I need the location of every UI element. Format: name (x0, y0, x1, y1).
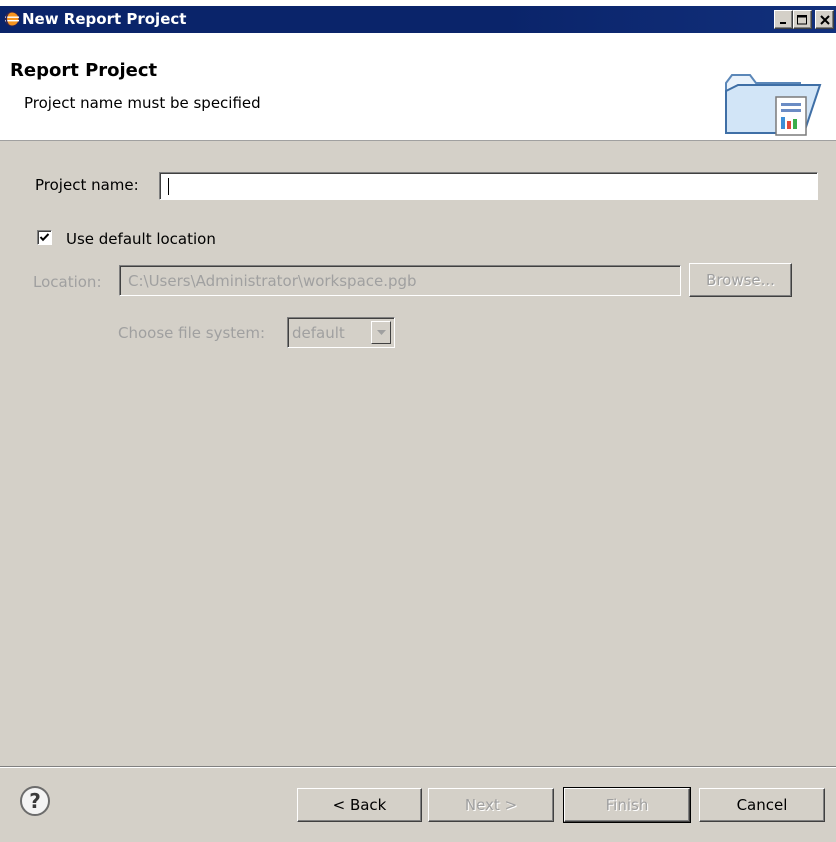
eclipse-icon (4, 11, 20, 27)
file-system-label: Choose file system: (118, 324, 266, 342)
maximize-button[interactable] (793, 10, 812, 29)
finish-button[interactable]: Finish (563, 787, 691, 823)
chevron-down-icon (376, 329, 386, 335)
header-banner: Report Project Project name must be spec… (0, 33, 836, 141)
browse-button[interactable]: Browse... (689, 263, 792, 297)
status-message: Project name must be specified (24, 94, 261, 112)
cancel-button[interactable]: Cancel (699, 788, 825, 822)
file-system-value: default (292, 324, 345, 342)
close-icon (819, 14, 830, 25)
close-button[interactable] (815, 10, 834, 29)
location-value: C:\Users\Administrator\workspace.pgb (128, 272, 417, 290)
minimize-icon (779, 21, 786, 24)
help-icon[interactable]: ? (19, 785, 51, 817)
dropdown-button[interactable] (371, 321, 391, 344)
checkmark-icon (39, 233, 50, 242)
project-name-label: Project name: (35, 176, 139, 194)
use-default-location-label[interactable]: Use default location (66, 230, 216, 248)
use-default-location-checkbox[interactable] (37, 230, 52, 245)
svg-text:?: ? (29, 789, 41, 813)
new-report-project-dialog: New Report Project Report Project Projec… (0, 6, 836, 842)
location-input[interactable]: C:\Users\Administrator\workspace.pgb (119, 265, 681, 296)
minimize-button[interactable] (774, 10, 793, 29)
maximize-icon (797, 14, 807, 24)
project-name-input[interactable] (159, 172, 818, 200)
next-button[interactable]: Next > (428, 788, 554, 822)
file-system-select[interactable]: default (287, 317, 395, 348)
back-button[interactable]: < Back (297, 788, 422, 822)
text-caret (168, 178, 169, 195)
folder-report-icon (725, 74, 822, 136)
footer-divider (0, 766, 836, 768)
title-bar: New Report Project (0, 6, 836, 33)
location-label: Location: (33, 273, 102, 291)
window-title: New Report Project (22, 10, 187, 28)
page-title: Report Project (10, 60, 158, 81)
